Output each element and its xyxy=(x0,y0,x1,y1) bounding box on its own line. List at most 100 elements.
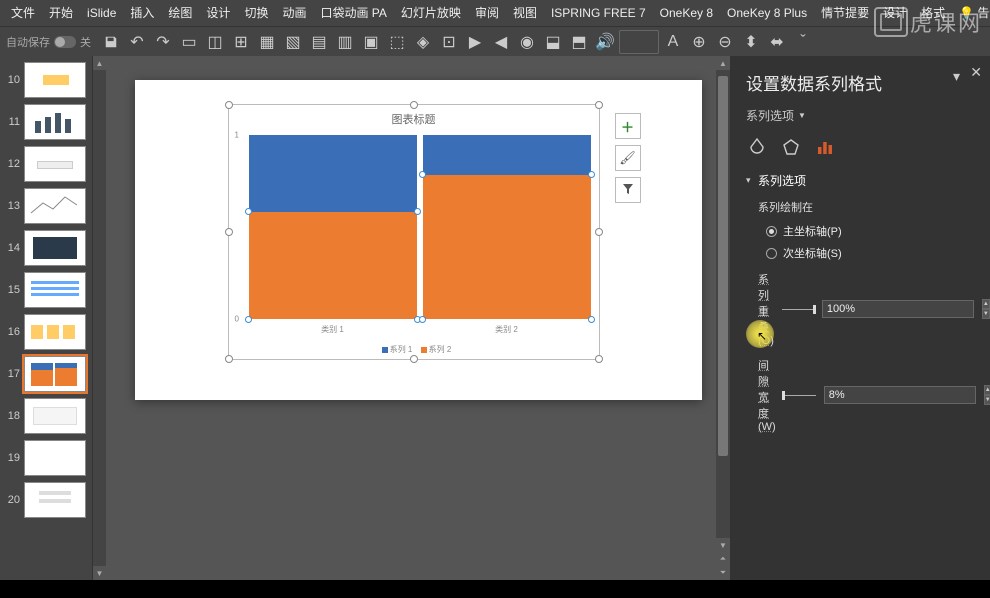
close-icon[interactable]: ✕ xyxy=(970,64,982,81)
tb-icon-11[interactable]: ⊡ xyxy=(437,30,461,54)
gap-input[interactable] xyxy=(824,386,976,404)
scroll-up-icon[interactable]: ▲ xyxy=(93,56,106,70)
bar-handle[interactable] xyxy=(419,316,426,323)
redo-button[interactable]: ↷ xyxy=(151,30,175,54)
tb-icon-16[interactable]: ⬒ xyxy=(567,30,591,54)
scroll-down-icon[interactable]: ▼ xyxy=(93,566,106,580)
overlap-slider[interactable] xyxy=(782,309,814,310)
gap-spinner[interactable]: ▲▼ xyxy=(984,385,990,405)
menu-islide[interactable]: iSlide xyxy=(80,0,123,26)
tb-icon-19[interactable]: ⬍ xyxy=(739,30,763,54)
menu-review[interactable]: 审阅 xyxy=(468,0,506,26)
effects-tab[interactable] xyxy=(780,136,802,158)
tb-icon-8[interactable]: ▣ xyxy=(359,30,383,54)
tb-icon-6[interactable]: ▤ xyxy=(307,30,331,54)
chart-plot-area[interactable]: 1 0 类别 1 xyxy=(249,135,591,319)
selection-handle[interactable] xyxy=(225,228,233,236)
menu-insert[interactable]: 插入 xyxy=(123,0,161,26)
tb-icon-12[interactable]: ▶ xyxy=(463,30,487,54)
next-slide-icon[interactable]: ⏷ xyxy=(716,566,730,580)
autosave-toggle[interactable]: 自动保存 关 xyxy=(6,34,91,50)
chart-add-button[interactable]: ＋ xyxy=(615,113,641,139)
undo-button[interactable]: ↶ xyxy=(125,30,149,54)
tb-icon-7[interactable]: ▥ xyxy=(333,30,357,54)
save-button[interactable] xyxy=(99,30,123,54)
prev-slide-icon[interactable]: ⏶ xyxy=(716,552,730,566)
section-series-options[interactable]: 系列选项 xyxy=(746,172,974,189)
chart-style-button[interactable]: 🖌 xyxy=(615,145,641,171)
spinner-down-icon[interactable]: ▼ xyxy=(982,309,990,319)
overlap-input[interactable] xyxy=(822,300,974,318)
canvas-vertical-scrollbar[interactable]: ▲ ▼ ⏶ ⏷ xyxy=(716,56,730,580)
overlap-spinner[interactable]: ▲▼ xyxy=(982,299,990,319)
bar-handle[interactable] xyxy=(245,316,252,323)
chart-legend[interactable]: 系列 1 系列 2 xyxy=(229,344,599,355)
thumb-12[interactable]: 12 xyxy=(2,146,90,182)
thumb-16[interactable]: 16 xyxy=(2,314,90,350)
bar-handle[interactable] xyxy=(588,171,595,178)
thumb-14[interactable]: 14 xyxy=(2,230,90,266)
menu-draw[interactable]: 绘图 xyxy=(161,0,199,26)
scrollbar-thumb[interactable] xyxy=(718,76,728,456)
menu-slideshow[interactable]: 幻灯片放映 xyxy=(394,0,468,26)
menu-storyboard[interactable]: 情节提要 xyxy=(814,0,876,26)
thumb-13[interactable]: 13 xyxy=(2,188,90,224)
thumb-15[interactable]: 15 xyxy=(2,272,90,308)
spinner-up-icon[interactable]: ▲ xyxy=(984,385,990,395)
secondary-axis-radio[interactable]: 次坐标轴(S) xyxy=(758,245,974,261)
tb-icon-9[interactable]: ⬚ xyxy=(385,30,409,54)
selection-handle[interactable] xyxy=(595,101,603,109)
bar-series2[interactable] xyxy=(249,212,417,319)
tb-icon-17[interactable]: ⊕ xyxy=(687,30,711,54)
scroll-down-icon[interactable]: ▼ xyxy=(716,538,730,552)
bar-series2[interactable] xyxy=(423,175,591,319)
bar-group-1[interactable]: 类别 1 xyxy=(249,135,417,319)
selection-handle[interactable] xyxy=(410,355,418,363)
spinner-up-icon[interactable]: ▲ xyxy=(982,299,990,309)
menu-ispring[interactable]: ISPRING FREE 7 xyxy=(544,0,653,26)
menu-onekey8plus[interactable]: OneKey 8 Plus xyxy=(720,0,814,26)
tb-sound-icon[interactable]: 🔊 xyxy=(593,30,617,54)
menu-transition[interactable]: 切换 xyxy=(237,0,275,26)
selection-handle[interactable] xyxy=(595,228,603,236)
bar-handle[interactable] xyxy=(419,171,426,178)
tb-icon-14[interactable]: ◉ xyxy=(515,30,539,54)
slide-canvas-area[interactable]: 图表标题 1 0 类别 1 xyxy=(106,56,730,580)
tb-icon-4[interactable]: ▦ xyxy=(255,30,279,54)
tb-icon-13[interactable]: ◀ xyxy=(489,30,513,54)
pane-menu-icon[interactable]: ▾ xyxy=(953,68,960,85)
menu-onekey8[interactable]: OneKey 8 xyxy=(653,0,720,26)
selection-handle[interactable] xyxy=(410,101,418,109)
menu-home[interactable]: 开始 xyxy=(42,0,80,26)
menu-pocket[interactable]: 口袋动画 PA xyxy=(313,0,393,26)
menu-file[interactable]: 文件 xyxy=(4,0,42,26)
scroll-up-icon[interactable]: ▲ xyxy=(716,56,730,70)
chart-object[interactable]: 图表标题 1 0 类别 1 xyxy=(228,104,600,360)
tb-icon-20[interactable]: ⬌ xyxy=(765,30,789,54)
selection-handle[interactable] xyxy=(595,355,603,363)
tb-icon-2[interactable]: ◫ xyxy=(203,30,227,54)
tb-icon-15[interactable]: ⬓ xyxy=(541,30,565,54)
slider-knob[interactable] xyxy=(782,391,785,400)
autosave-switch-icon[interactable] xyxy=(54,36,76,48)
fill-tab[interactable] xyxy=(746,136,768,158)
thumbnail-scrollbar[interactable]: ▲ ▼ xyxy=(92,56,106,580)
slide[interactable]: 图表标题 1 0 类别 1 xyxy=(135,80,702,400)
tb-icon-1[interactable]: ▭ xyxy=(177,30,201,54)
thumb-18[interactable]: 18 xyxy=(2,398,90,434)
tb-font-icon[interactable]: A xyxy=(661,30,685,54)
thumb-19[interactable]: 19 xyxy=(2,440,90,476)
tb-icon-18[interactable]: ⊖ xyxy=(713,30,737,54)
bar-handle[interactable] xyxy=(245,208,252,215)
menu-animation[interactable]: 动画 xyxy=(275,0,313,26)
slider-knob[interactable] xyxy=(813,305,816,314)
selection-handle[interactable] xyxy=(225,355,233,363)
tb-icon-5[interactable]: ▧ xyxy=(281,30,305,54)
tb-dropdown-icon[interactable]: ˇ xyxy=(791,30,815,54)
series-options-dropdown[interactable]: 系列选项 ▼ xyxy=(746,107,974,124)
gap-slider[interactable] xyxy=(784,395,816,396)
series-tab[interactable] xyxy=(814,136,836,158)
bar-group-2[interactable]: 类别 2 xyxy=(423,135,591,319)
selection-handle[interactable] xyxy=(225,101,233,109)
bar-handle[interactable] xyxy=(414,208,421,215)
